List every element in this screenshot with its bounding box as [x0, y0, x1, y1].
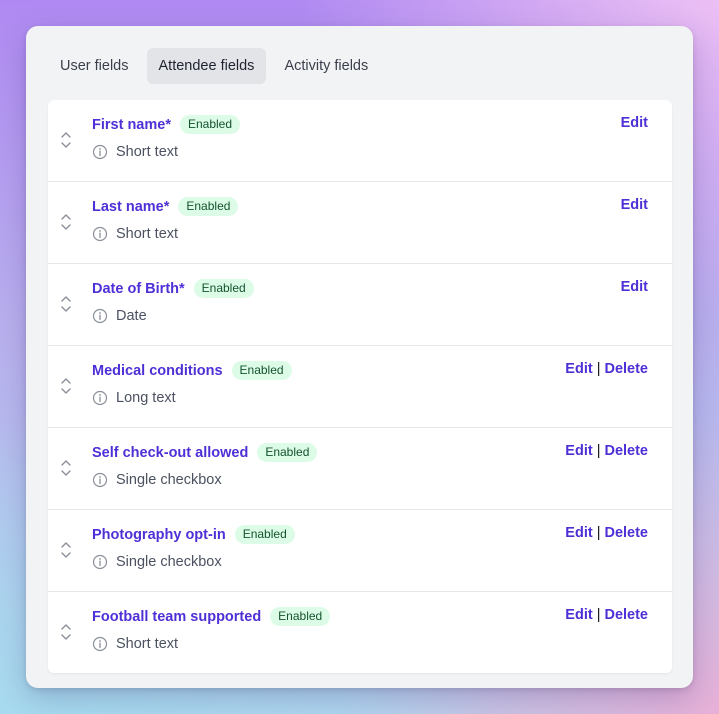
info-icon	[92, 636, 108, 652]
field-type-label: Long text	[116, 390, 176, 406]
field-type-label: Single checkbox	[116, 554, 222, 570]
tab-attendee-fields[interactable]: Attendee fields	[146, 48, 267, 84]
field-type-label: Date	[116, 308, 147, 324]
field-type-label: Short text	[116, 144, 179, 160]
field-row: Self check-out allowed Enabled Single ch…	[48, 427, 672, 509]
drag-handle-icon[interactable]	[59, 541, 73, 559]
custom-fields-panel: User fields Attendee fields Activity fie…	[26, 26, 693, 688]
edit-button[interactable]: Edit	[621, 279, 648, 295]
delete-button[interactable]: Delete	[604, 443, 648, 459]
status-badge: Enabled	[270, 607, 331, 626]
info-icon	[92, 308, 108, 324]
action-separator: |	[596, 443, 601, 459]
tab-activity-fields[interactable]: Activity fields	[272, 48, 380, 84]
status-badge: Enabled	[179, 115, 241, 134]
drag-handle-icon[interactable]	[59, 623, 73, 641]
field-row: Last name* Enabled Short text Edit	[48, 181, 672, 263]
action-separator: |	[596, 607, 601, 623]
drag-handle-icon[interactable]	[59, 377, 73, 395]
edit-button[interactable]: Edit	[565, 361, 592, 377]
info-icon	[92, 472, 108, 488]
info-icon	[92, 554, 108, 570]
field-row: First name* Enabled Short text Edit	[48, 100, 672, 181]
drag-handle-icon[interactable]	[59, 131, 73, 149]
edit-button[interactable]: Edit	[565, 443, 592, 459]
field-name-link[interactable]: Date of Birth*	[92, 281, 185, 297]
delete-button[interactable]: Delete	[604, 525, 648, 541]
field-name-link[interactable]: Football team supported	[92, 609, 261, 625]
field-row: Date of Birth* Enabled Date Edit	[48, 263, 672, 345]
field-row: Medical conditions Enabled Long text Edi…	[48, 345, 672, 427]
field-type-tabs: User fields Attendee fields Activity fie…	[48, 48, 380, 84]
field-name-link[interactable]: Self check-out allowed	[92, 445, 248, 461]
field-name-link[interactable]: Last name*	[92, 199, 169, 215]
status-badge: Enabled	[178, 197, 239, 216]
edit-button[interactable]: Edit	[565, 525, 592, 541]
field-row: Football team supported Enabled Short te…	[48, 591, 672, 673]
drag-handle-icon[interactable]	[59, 295, 73, 313]
field-row: Photography opt-in Enabled Single checkb…	[48, 509, 672, 591]
field-list: First name* Enabled Short text Edit Last…	[48, 100, 672, 673]
status-badge: Enabled	[257, 443, 318, 462]
tab-user-fields[interactable]: User fields	[48, 48, 141, 84]
field-name-link[interactable]: Photography opt-in	[92, 527, 226, 543]
drag-handle-icon[interactable]	[59, 459, 73, 477]
info-icon	[92, 390, 108, 406]
edit-button[interactable]: Edit	[621, 197, 648, 213]
action-separator: |	[596, 525, 601, 541]
status-badge: Enabled	[193, 279, 254, 298]
field-type-label: Short text	[116, 226, 179, 242]
info-icon	[92, 144, 108, 160]
drag-handle-icon[interactable]	[59, 213, 73, 231]
status-badge: Enabled	[234, 525, 295, 544]
edit-button[interactable]: Edit	[621, 115, 648, 131]
field-type-label: Short text	[116, 636, 179, 652]
info-icon	[92, 226, 108, 242]
action-separator: |	[596, 361, 601, 377]
edit-button[interactable]: Edit	[565, 607, 592, 623]
delete-button[interactable]: Delete	[604, 361, 648, 377]
field-name-link[interactable]: First name*	[92, 117, 171, 133]
field-type-label: Single checkbox	[116, 472, 222, 488]
field-name-link[interactable]: Medical conditions	[92, 363, 223, 379]
delete-button[interactable]: Delete	[604, 607, 648, 623]
status-badge: Enabled	[231, 361, 292, 380]
